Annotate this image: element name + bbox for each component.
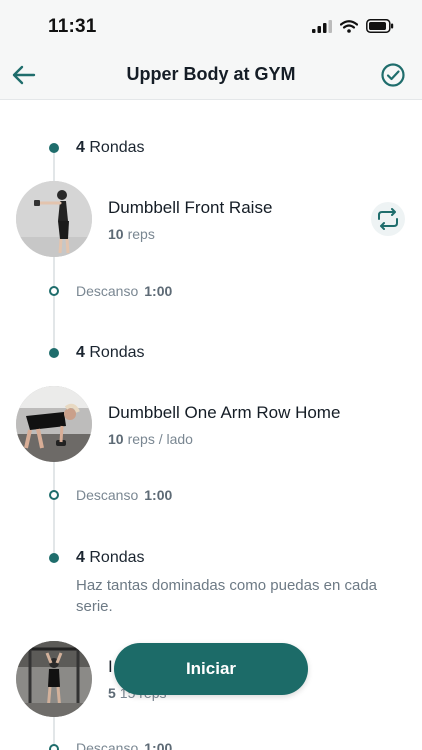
battery-icon: [366, 19, 394, 33]
status-time: 11:31: [48, 16, 97, 37]
rest-marker: [49, 744, 59, 750]
rest-label: Descanso 1:00: [76, 740, 173, 750]
round-note: Haz tantas dominadas como puedas en cada…: [76, 577, 378, 615]
rest-marker: [49, 286, 59, 296]
signal-icon: [312, 19, 332, 33]
timeline-line: [53, 461, 55, 555]
exercise-name[interactable]: I: [108, 657, 113, 677]
exercise-reps: 10 reps: [108, 226, 155, 242]
check-circle-icon[interactable]: [380, 62, 406, 88]
round-marker: [49, 553, 59, 563]
wifi-icon: [340, 19, 358, 33]
start-workout-button[interactable]: Iniciar: [114, 643, 308, 695]
status-icons: [312, 19, 394, 33]
exercise-image: [16, 181, 92, 257]
round-marker: [49, 348, 59, 358]
rest-marker: [49, 490, 59, 500]
exercise-name[interactable]: Dumbbell One Arm Row Home: [108, 403, 340, 423]
rest-label: Descanso 1:00: [76, 283, 173, 299]
exercise-thumbnail[interactable]: [16, 641, 92, 717]
rounds-label: 4 Rondas: [76, 344, 145, 361]
swap-exercise-button[interactable]: [371, 202, 405, 236]
round-marker: [49, 143, 59, 153]
exercise-name[interactable]: Dumbbell Front Raise: [108, 198, 272, 218]
exercise-image: [16, 641, 92, 717]
exercise-image: [16, 386, 92, 462]
timeline-line: [53, 256, 55, 352]
rounds-label: 4 Rondas: [76, 139, 145, 156]
page-title: Upper Body at GYM: [126, 64, 296, 84]
status-bar: 11:31: [0, 0, 422, 50]
rounds-label: 4 Rondas: [76, 549, 145, 566]
swap-icon: [378, 208, 398, 230]
exercise-thumbnail[interactable]: [16, 386, 92, 462]
exercise-reps: 10 reps / lado: [108, 431, 193, 447]
nav-bar: Upper Body at GYM: [0, 50, 422, 100]
rest-label: Descanso 1:00: [76, 487, 173, 503]
exercise-thumbnail[interactable]: [16, 181, 92, 257]
